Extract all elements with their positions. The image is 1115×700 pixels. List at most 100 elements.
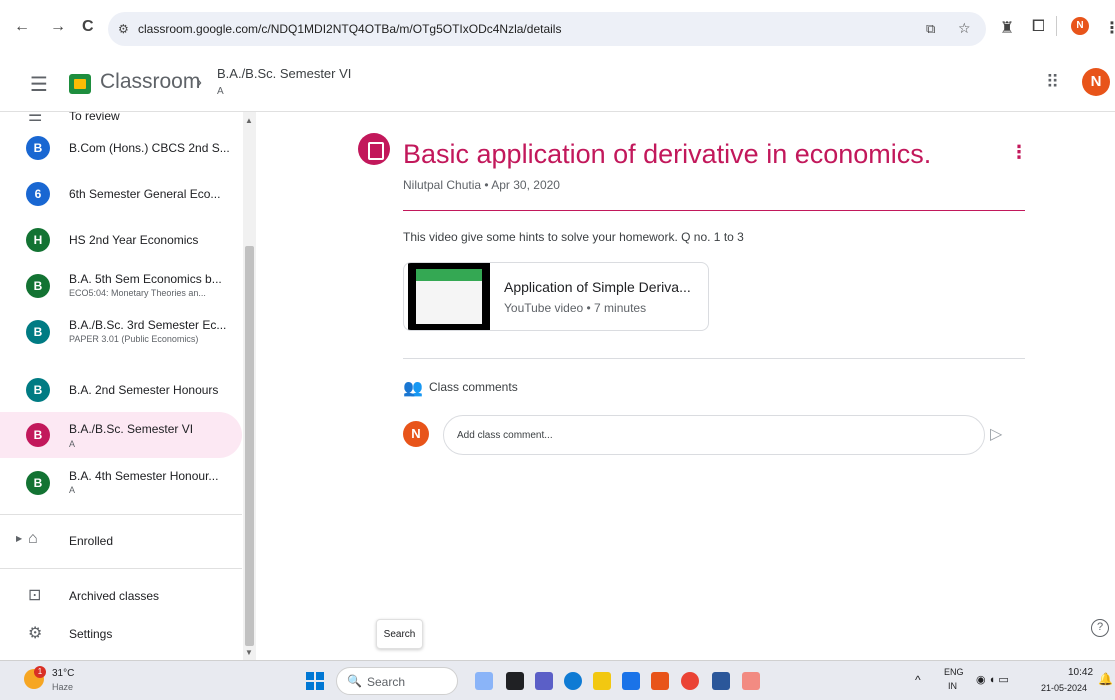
browser-profile-avatar[interactable]: N [1071,17,1089,35]
sidebar-divider [0,514,242,515]
sidebar-item-label: B.A. 4th Semester Honour... [69,469,219,483]
attachment-subtitle: YouTube video • 7 minutes [504,301,647,315]
chrome-icon[interactable] [681,672,699,690]
search-icon: 🔍 [347,674,362,688]
mail-icon[interactable] [622,672,640,690]
windows-taskbar: 1 31°C Haze 🔍 Search ^ ENG IN ◉ ◖ ▭ 10:4… [0,660,1115,700]
tray-overflow-chevron-icon[interactable]: ^ [915,673,921,687]
scroll-down-arrow-icon[interactable]: ▼ [245,648,253,657]
sidebar-item-subtitle: PAPER 3.01 (Public Economics) [69,334,199,344]
video-thumbnail[interactable] [408,263,490,330]
wifi-volume-battery-icons[interactable]: ◉ ◖ ▭ [976,673,1009,686]
windows-start-icon[interactable] [306,672,324,690]
back-button[interactable]: ← [14,18,30,36]
post-author-date: Nilutpal Chutia • Apr 30, 2020 [403,178,560,192]
class-comment-input[interactable] [443,415,985,455]
comments-divider [403,358,1025,359]
class-avatar: B [26,320,50,344]
sidebar-item-class[interactable]: B B.A./B.Sc. 3rd Semester Ec... PAPER 3.… [0,309,242,355]
class-avatar: B [26,274,50,298]
class-avatar: B [26,136,50,160]
sidebar-item-label: HS 2nd Year Economics [69,233,199,247]
classroom-logo-icon[interactable] [69,74,91,94]
sidebar-item-class[interactable]: B B.A. 2nd Semester Honours [0,367,242,413]
sidebar-item-label: B.A. 5th Sem Economics b... [69,272,222,286]
sidebar-item-class[interactable]: H HS 2nd Year Economics [0,217,242,263]
clock-date[interactable]: 21-05-2024 [1041,683,1087,693]
url-text[interactable]: classroom.google.com/c/NDQ1MDI2NTQ4OTBa/… [138,22,561,36]
extension-icon[interactable]: ♜ [1000,18,1014,38]
toolbar-divider [1056,16,1057,36]
sidebar: ☰ To review B B.Com (Hons.) CBCS 2nd S..… [0,112,258,660]
sidebar-item-label: B.A. 2nd Semester Honours [69,383,219,397]
notification-bell-icon[interactable]: 🔔 [1098,672,1113,686]
snipping-tool-icon[interactable] [742,672,760,690]
attachment-title[interactable]: Application of Simple Deriva... [504,279,691,295]
class-avatar: B [26,423,50,447]
class-avatar: 6 [26,182,50,206]
sidebar-item-subtitle: ECO5:04: Monetary Theories an... [69,288,206,298]
language-region[interactable]: IN [948,681,957,691]
commenter-avatar: N [403,421,429,447]
google-apps-icon[interactable]: ⠿ [1046,72,1059,93]
language-indicator[interactable]: ENG [944,667,964,677]
title-divider [403,210,1025,211]
main-menu-icon[interactable]: ☰ [30,72,48,97]
help-icon[interactable]: ? [1091,619,1109,637]
expand-caret-icon[interactable]: ▶ [16,534,22,543]
class-comments-label[interactable]: Class comments [429,380,518,394]
weather-alert-badge: 1 [34,666,46,678]
sidebar-item-label: Archived classes [69,589,160,603]
sidebar-item-label: B.A./B.Sc. Semester VI [69,422,194,436]
reload-button[interactable]: C [82,18,94,36]
sidebar-divider [0,568,242,569]
sidebar-item-settings[interactable]: ⚙ Settings [0,611,242,657]
material-post-icon [358,133,390,165]
sidebar-item-enrolled[interactable]: ▶ ⌂ Enrolled [0,518,242,564]
sidebar-item-class-active[interactable]: B B.A./B.Sc. Semester VI A [0,412,242,458]
class-avatar: B [26,471,50,495]
weather-description[interactable]: Haze [52,682,73,692]
clock-time[interactable]: 10:42 [1068,667,1093,678]
word-icon[interactable] [712,672,730,690]
extensions-puzzle-icon[interactable]: ⧠ [1032,18,1045,36]
q-app-icon[interactable] [651,672,669,690]
class-avatar: B [26,378,50,402]
weather-temperature[interactable]: 31°C [52,668,74,679]
forward-button[interactable]: → [50,18,66,36]
sidebar-item-label: To review [69,112,120,123]
sidebar-item-subtitle: A [69,485,76,495]
app-title[interactable]: Classroom [100,70,200,94]
archive-icon: ⊡ [28,587,42,604]
bookmark-star-icon[interactable]: ☆ [958,20,971,37]
send-comment-icon[interactable]: ▷ [990,424,1002,444]
sidebar-item-class[interactable]: B B.A. 4th Semester Honour... A [0,460,242,506]
teams-icon[interactable] [535,672,553,690]
widgets-app-icon[interactable] [475,672,493,690]
edge-browser-icon[interactable] [564,672,582,690]
file-explorer-icon[interactable] [593,672,611,690]
sidebar-item-label: 6th Semester General Eco... [69,187,221,201]
sidebar-item-label: Settings [69,627,113,641]
breadcrumb-chevron-icon: › [196,72,202,92]
sidebar-item-class[interactable]: 6 6th Semester General Eco... [0,171,242,217]
browser-menu-icon[interactable]: ⋮ [1104,18,1115,38]
sidebar-scrollbar-thumb[interactable] [245,246,254,646]
youtube-attachment-card[interactable]: Application of Simple Deriva... YouTube … [403,262,709,331]
search-tooltip: Search [376,619,423,649]
address-bar[interactable]: ⚙ classroom.google.com/c/NDQ1MDI2NTQ4OTB… [108,12,986,46]
sidebar-item-label: B.A./B.Sc. 3rd Semester Ec... [69,318,227,332]
site-settings-icon[interactable]: ⚙ [118,22,129,36]
browser-toolbar: ← → C ⚙ classroom.google.com/c/NDQ1MDI2N… [0,0,1115,58]
task-view-icon[interactable] [506,672,524,690]
thumbnail-slide-header [416,269,482,281]
breadcrumb-class-title[interactable]: B.A./B.Sc. Semester VI [217,66,351,81]
account-avatar[interactable]: N [1082,68,1110,96]
sidebar-item-class[interactable]: B B.Com (Hons.) CBCS 2nd S... [0,125,242,171]
scroll-up-arrow-icon[interactable]: ▲ [245,116,253,125]
post-more-options-icon[interactable]: ⋮ [1010,142,1028,163]
sidebar-item-class[interactable]: B B.A. 5th Sem Economics b... ECO5:04: M… [0,263,242,309]
taskbar-search-box[interactable]: 🔍 Search [336,667,458,695]
class-avatar: H [26,228,50,252]
install-app-icon[interactable]: ⧉ [926,21,935,37]
